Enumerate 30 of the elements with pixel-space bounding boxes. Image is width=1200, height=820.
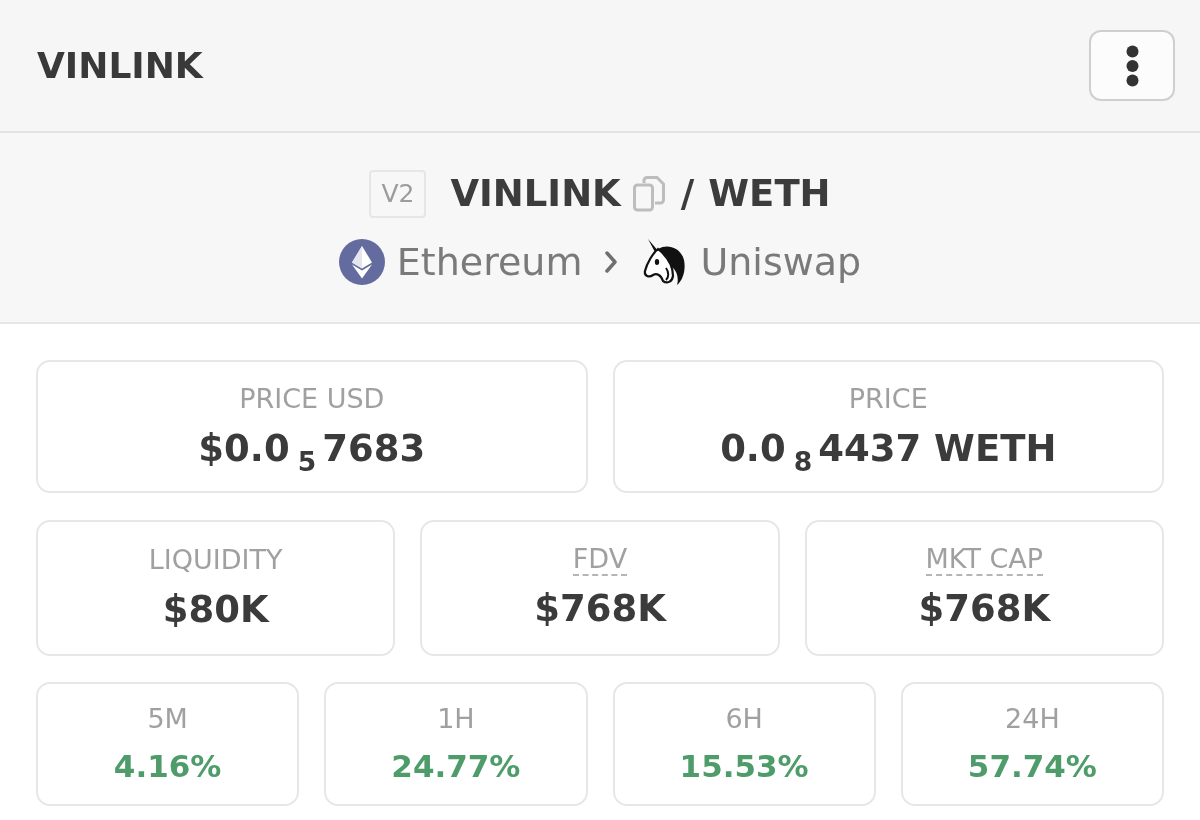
stat-value: $768K: [534, 586, 666, 632]
chevron-right-icon: [604, 250, 619, 274]
stat-value: $768K: [918, 586, 1051, 632]
period-label: 24H: [1005, 702, 1060, 736]
pair-separator: /: [680, 171, 695, 217]
app-title: VINLINK: [37, 43, 203, 88]
menu-button[interactable]: [1089, 30, 1175, 101]
price-label: PRICE: [848, 381, 928, 416]
chain-name: Ethereum: [396, 239, 583, 286]
stat-label: FDV: [572, 544, 628, 576]
stat-label: MKT CAP: [925, 544, 1044, 576]
unicorn-icon: [642, 238, 687, 286]
quote-token: WETH: [708, 171, 831, 217]
change-value: 4.16%: [113, 747, 222, 786]
base-token: VINLINK: [450, 171, 621, 217]
dex-name: Uniswap: [700, 239, 862, 286]
more-icon: [1125, 44, 1139, 87]
price-label: PRICE USD: [239, 381, 385, 416]
period-label: 1H: [437, 702, 475, 736]
price-value: 0.0$_{8}$4437 WETH: [720, 425, 1057, 472]
period-label: 5M: [147, 702, 188, 736]
change-value: 15.53%: [679, 747, 809, 786]
period-label: 6H: [725, 702, 763, 736]
ethereum-icon: [338, 239, 385, 285]
stat-value: $80K: [162, 587, 269, 633]
version-badge: V2: [369, 170, 427, 218]
stat-label: LIQUIDITY: [148, 543, 283, 577]
change-value: 57.74%: [967, 747, 1097, 786]
price-value: $0.0$_{5}$7683: [198, 425, 426, 472]
change-value: 24.77%: [391, 747, 521, 786]
